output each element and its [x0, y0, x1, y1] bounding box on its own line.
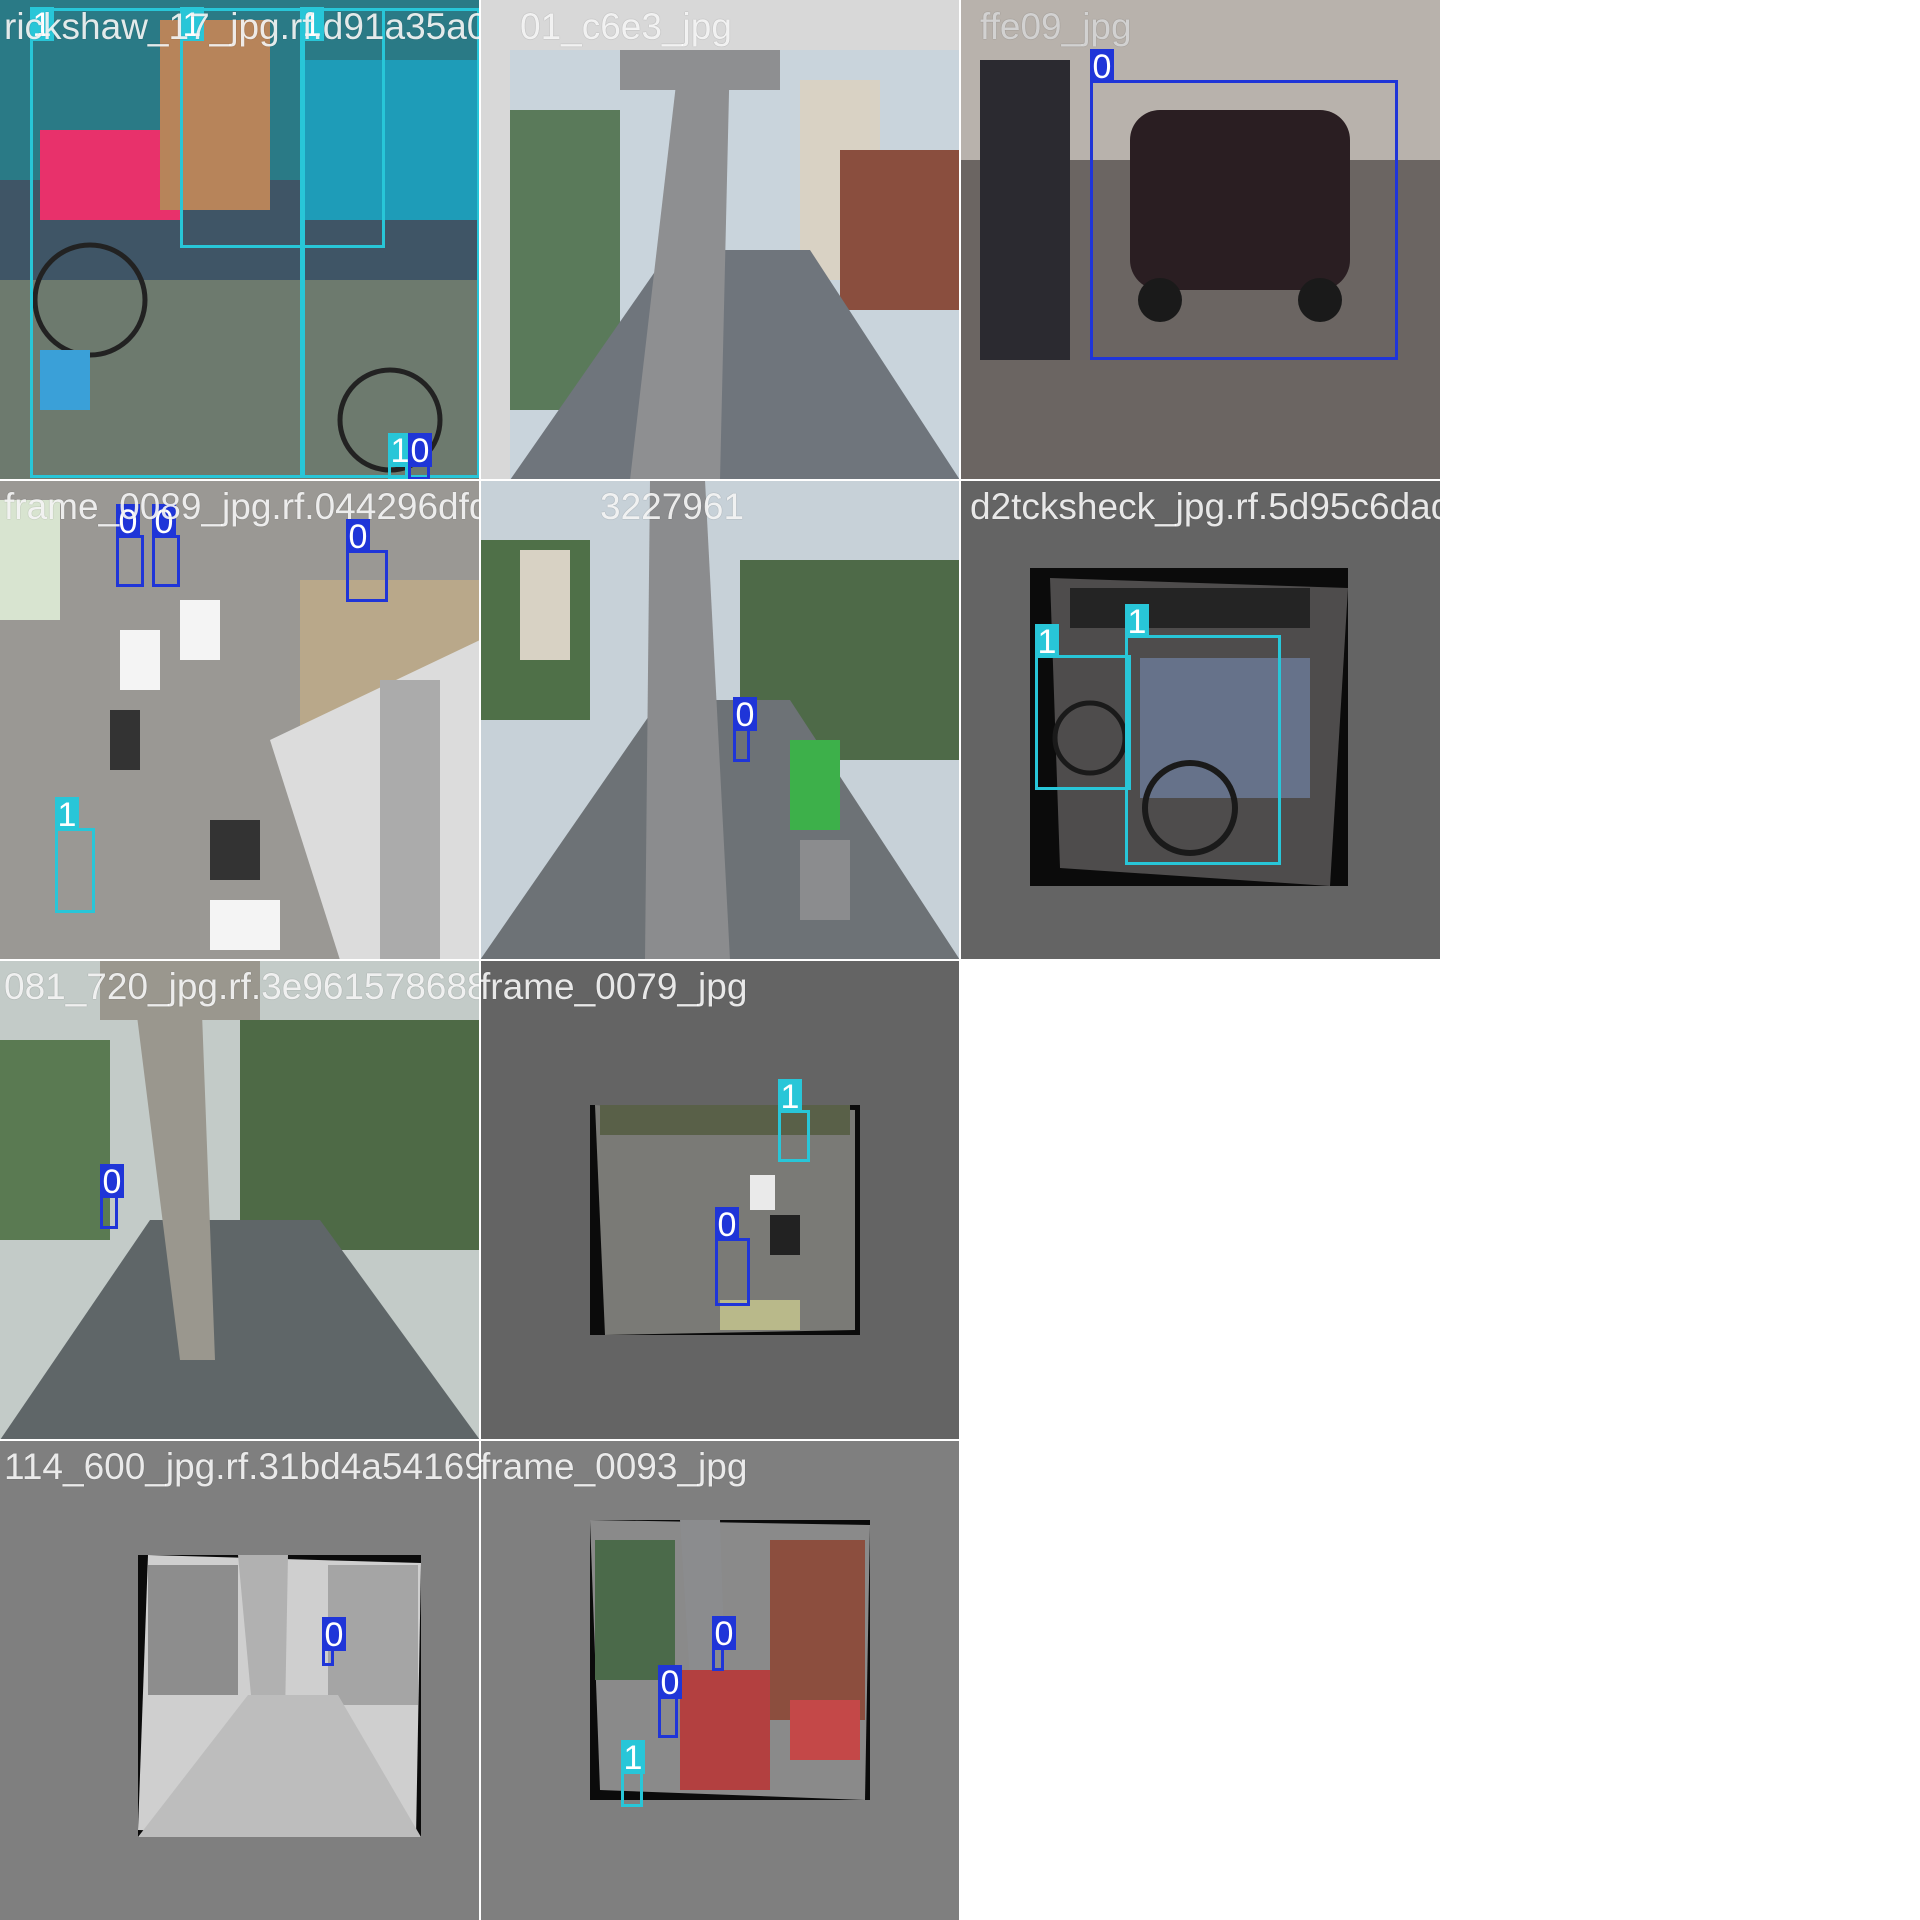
- street-photo: [0, 960, 480, 1440]
- mosaic-tile: 1 1 1 1 0 rickshaw_17_jpg.rf.d91a35a052c…: [0, 0, 480, 480]
- bbox-class-0: 0: [152, 504, 180, 587]
- mosaic-tile: 0 0 1 frame_0093_jpg: [480, 1440, 960, 1920]
- class-label: 1: [1035, 624, 1059, 660]
- street-photo: [510, 50, 960, 480]
- bbox-class-1: 1: [300, 7, 480, 478]
- mosaic-tile: 0 081_720_jpg.rf.3e961578688ae25d60589_j…: [0, 960, 480, 1440]
- image-filename: 01_c6e3_jpg: [520, 6, 732, 47]
- mosaic-tile: 01_c6e3_jpg: [480, 0, 960, 480]
- class-label: 0: [712, 1616, 736, 1652]
- bbox-class-1: 1: [778, 1079, 810, 1162]
- street-photo: [480, 480, 960, 960]
- mosaic-tile: 0 3227961: [480, 480, 960, 960]
- bbox-class-0: 0: [322, 1617, 346, 1666]
- bbox-class-1: 1: [388, 433, 412, 480]
- image-filename: 114_600_jpg.rf.31bd4a5416913ee723a0c6528…: [4, 1446, 480, 1487]
- class-label: 0: [346, 519, 370, 555]
- class-label: 1: [55, 797, 79, 833]
- class-label: 1: [1125, 604, 1149, 640]
- class-label: 0: [322, 1617, 346, 1653]
- street-photo: [138, 1555, 421, 1837]
- bbox-class-0: 0: [658, 1665, 682, 1738]
- bbox-class-0: 0: [1090, 49, 1398, 360]
- image-filename: d2tcksheck_jpg.rf.5d95c6dadf5ce59ce029: [970, 486, 1440, 527]
- class-label: 0: [100, 1164, 124, 1200]
- mosaic-tile: 0 0 0 1 frame_0089_jpg.rf.044296dfd8af65…: [0, 480, 480, 960]
- mosaic-tile: 0 114_600_jpg.rf.31bd4a5416913ee723a0c65…: [0, 1440, 480, 1920]
- image-filename: frame_0093_jpg: [480, 1446, 748, 1487]
- bbox-class-1: 1: [1125, 604, 1281, 865]
- class-label: 1: [778, 1079, 802, 1115]
- class-label: 0: [733, 697, 757, 733]
- bbox-class-1: 1: [621, 1740, 645, 1807]
- annotated-image-mosaic: 1 1 1 1 0 rickshaw_17_jpg.rf.d91a35a052c…: [0, 0, 1920, 1920]
- class-label: 0: [408, 433, 432, 469]
- bbox-class-1: 1: [55, 797, 95, 913]
- image-filename: frame_0079_jpg: [480, 966, 748, 1007]
- bbox-class-0: 0: [116, 504, 144, 587]
- mosaic-tile: 1 1 d2tcksheck_jpg.rf.5d95c6dadf5ce59ce0…: [960, 480, 1440, 960]
- class-label: 0: [116, 504, 140, 540]
- class-label: 1: [300, 7, 324, 43]
- mosaic-tile: 0 ffe09_jpg: [960, 0, 1440, 480]
- bbox-class-0: 0: [100, 1164, 124, 1229]
- grid-divider: [0, 1439, 960, 1441]
- bbox-class-0: 0: [733, 697, 757, 762]
- mosaic-tile: 1 0 frame_0079_jpg: [480, 960, 960, 1440]
- bbox-class-0: 0: [712, 1616, 736, 1671]
- class-label: 1: [621, 1740, 645, 1776]
- grid-divider: [0, 959, 1440, 961]
- class-label: 0: [152, 504, 176, 540]
- class-label: 0: [1090, 49, 1114, 85]
- class-label: 1: [30, 7, 54, 43]
- grid-divider: [0, 479, 1440, 481]
- class-label: 1: [180, 7, 204, 43]
- bbox-class-1: 1: [1035, 624, 1131, 790]
- bbox-class-0: 0: [346, 519, 388, 602]
- bbox-class-0: 0: [408, 433, 432, 480]
- class-label: 0: [715, 1207, 739, 1243]
- class-label: 0: [658, 1665, 682, 1701]
- bbox-class-0: 0: [715, 1207, 750, 1306]
